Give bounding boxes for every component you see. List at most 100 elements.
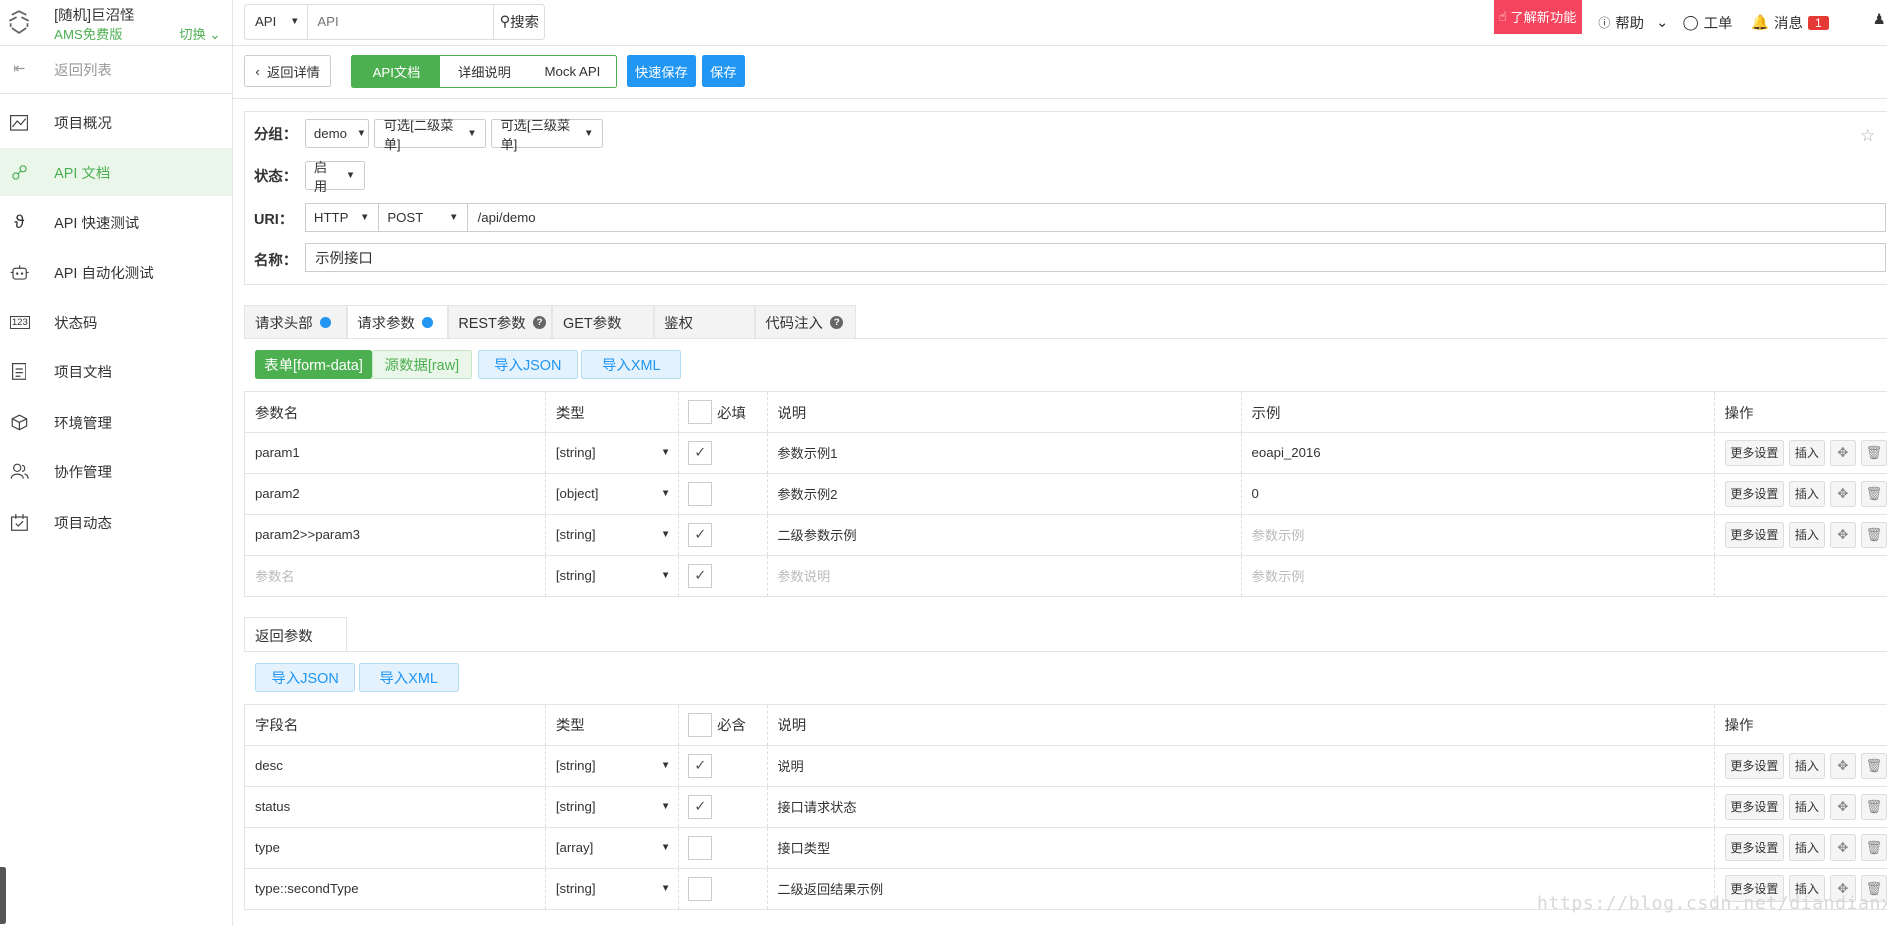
move-icon[interactable]: ✥ bbox=[1829, 480, 1856, 508]
tab-get-params[interactable]: GET参数 bbox=[552, 304, 654, 340]
required-checkbox[interactable]: ✓ bbox=[688, 753, 713, 778]
sidebar-item-env[interactable]: 环境管理 bbox=[0, 398, 232, 446]
type-select[interactable]: [string] ▼ bbox=[546, 433, 679, 473]
type-select[interactable]: [string] ▼ bbox=[546, 746, 679, 786]
tab-mock-api[interactable]: Mock API bbox=[528, 56, 616, 86]
type-select[interactable]: [string] ▼ bbox=[546, 514, 679, 555]
new-feature-button[interactable]: ☝ 了解新功能 bbox=[1493, 0, 1582, 34]
param-name-input[interactable]: param2 bbox=[245, 474, 547, 514]
insert-button[interactable]: 插入 bbox=[1789, 793, 1825, 821]
required-checkbox[interactable] bbox=[688, 835, 713, 860]
sidebar-item-quick-test[interactable]: ϑ API 快速测试 bbox=[0, 199, 232, 247]
field-desc-input[interactable]: 接口请求状态 bbox=[768, 786, 1715, 827]
tab-response-params[interactable]: 返回参数 bbox=[244, 617, 347, 653]
quick-save-button[interactable]: 快速保存 bbox=[627, 55, 696, 87]
required-checkbox[interactable]: ✓ bbox=[688, 563, 713, 588]
trash-icon[interactable]: 🗑 bbox=[1860, 752, 1887, 780]
uri-input[interactable]: /api/demo bbox=[468, 204, 536, 231]
sidebar-item-collab[interactable]: 协作管理 bbox=[0, 448, 232, 496]
tab-request-params[interactable]: 请求参数 bbox=[346, 304, 448, 340]
response-import-xml-button[interactable]: 导入XML bbox=[358, 663, 459, 693]
param-example-input[interactable]: 0 bbox=[1242, 474, 1715, 514]
required-checkbox[interactable]: ✓ bbox=[688, 522, 713, 547]
param-example-input[interactable]: eoapi_2016 bbox=[1242, 433, 1715, 473]
trash-icon[interactable]: 🗑 bbox=[1860, 439, 1887, 467]
search-button[interactable]: ⚲ 搜索 bbox=[493, 4, 544, 39]
import-json-button[interactable]: 导入JSON bbox=[477, 350, 578, 380]
method-select[interactable]: POST ▼ bbox=[379, 204, 468, 232]
param-desc-input[interactable]: 参数示例2 bbox=[768, 474, 1242, 514]
move-icon[interactable]: ✥ bbox=[1829, 834, 1856, 861]
tab-auth[interactable]: 鉴权 bbox=[653, 304, 755, 340]
move-icon[interactable]: ✥ bbox=[1829, 439, 1856, 467]
help-menu[interactable]: ⓘ 帮助 ⌄ bbox=[1598, 12, 1668, 33]
search-scope-select[interactable]: API ▼ bbox=[245, 4, 308, 39]
insert-button[interactable]: 插入 bbox=[1789, 480, 1825, 508]
trash-icon[interactable]: 🗑 bbox=[1860, 793, 1887, 821]
sidebar-item-overview[interactable]: 项目概况 bbox=[0, 99, 232, 147]
field-desc-input[interactable]: 接口类型 bbox=[768, 827, 1715, 868]
more-settings-button[interactable]: 更多设置 bbox=[1724, 793, 1785, 821]
response-import-json-button[interactable]: 导入JSON bbox=[255, 663, 356, 693]
group-select-2[interactable]: 可选[二级菜单] ▼ bbox=[374, 118, 487, 152]
name-input[interactable]: 示例接口 bbox=[304, 243, 1887, 272]
required-checkbox[interactable] bbox=[688, 481, 713, 506]
sidebar-item-activity[interactable]: 项目动态 bbox=[0, 498, 232, 546]
field-name-input[interactable]: desc bbox=[245, 746, 547, 786]
field-name-input[interactable]: type::secondType bbox=[245, 868, 547, 909]
param-desc-input[interactable]: 参数示例1 bbox=[768, 433, 1242, 473]
param-desc-input[interactable]: 二级参数示例 bbox=[768, 514, 1242, 555]
trash-icon[interactable]: 🗑 bbox=[1860, 521, 1887, 549]
param-name-input[interactable]: 参数名 bbox=[245, 555, 547, 596]
field-name-input[interactable]: type bbox=[245, 827, 547, 868]
move-icon[interactable]: ✥ bbox=[1829, 752, 1856, 780]
type-select[interactable]: [string] ▼ bbox=[546, 868, 679, 909]
user-icon[interactable]: ♟ bbox=[1873, 12, 1886, 28]
save-button[interactable]: 保存 bbox=[701, 55, 746, 87]
search-input[interactable] bbox=[307, 4, 494, 39]
field-desc-input[interactable]: 说明 bbox=[768, 746, 1715, 786]
sidebar-item-api-doc[interactable]: API 文档 bbox=[0, 148, 233, 197]
group-select-3[interactable]: 可选[三级菜单] ▼ bbox=[491, 118, 603, 152]
move-icon[interactable]: ✥ bbox=[1829, 521, 1856, 549]
messages-link[interactable]: 🔔 消息 1 bbox=[1751, 12, 1829, 33]
select-all-required-checkbox[interactable] bbox=[688, 712, 713, 737]
group-select-1[interactable]: demo ▼ bbox=[304, 119, 370, 149]
tab-request-headers[interactable]: 请求头部 bbox=[244, 304, 347, 340]
trash-icon[interactable]: 🗑 bbox=[1860, 834, 1887, 861]
tab-rest-params[interactable]: REST参数? bbox=[447, 304, 553, 340]
insert-button[interactable]: 插入 bbox=[1789, 439, 1825, 467]
more-settings-button[interactable]: 更多设置 bbox=[1724, 752, 1785, 780]
type-select[interactable]: [string] ▼ bbox=[546, 786, 679, 827]
switch-project-button[interactable]: 切换 ⌄ bbox=[179, 24, 220, 43]
trash-icon[interactable]: 🗑 bbox=[1860, 480, 1887, 508]
insert-button[interactable]: 插入 bbox=[1789, 521, 1825, 549]
param-example-input[interactable]: 参数示例 bbox=[1242, 514, 1715, 555]
insert-button[interactable]: 插入 bbox=[1789, 752, 1825, 780]
more-settings-button[interactable]: 更多设置 bbox=[1724, 439, 1785, 467]
protocol-select[interactable]: HTTP ▼ bbox=[306, 204, 379, 232]
sidebar-item-status-code[interactable]: 123 状态码 bbox=[0, 298, 232, 346]
raw-data-button[interactable]: 源数据[raw] bbox=[371, 350, 472, 380]
status-select[interactable]: 启用 ▼ bbox=[304, 160, 365, 194]
more-settings-button[interactable]: 更多设置 bbox=[1724, 480, 1785, 508]
form-data-button[interactable]: 表单[form-data] bbox=[255, 350, 372, 380]
back-to-detail-button[interactable]: ‹ 返回详情 bbox=[244, 55, 331, 87]
sidebar-back-to-list[interactable]: ⇤ 返回列表 bbox=[0, 46, 233, 94]
insert-button[interactable]: 插入 bbox=[1789, 834, 1825, 861]
field-name-input[interactable]: status bbox=[245, 786, 547, 827]
type-select[interactable]: [object] ▼ bbox=[546, 474, 679, 514]
import-xml-button[interactable]: 导入XML bbox=[581, 350, 682, 380]
more-settings-button[interactable]: 更多设置 bbox=[1724, 521, 1785, 549]
star-icon[interactable]: ☆ bbox=[1860, 125, 1875, 146]
sidebar-collapse-handle[interactable] bbox=[0, 866, 7, 925]
param-example-input[interactable]: 参数示例 bbox=[1242, 555, 1715, 596]
tab-code-inject[interactable]: 代码注入? bbox=[754, 304, 856, 340]
tab-api-doc[interactable]: API文档 bbox=[352, 56, 441, 87]
param-name-input[interactable]: param1 bbox=[245, 433, 547, 473]
sidebar-item-project-doc[interactable]: 项目文档 bbox=[0, 348, 232, 396]
param-desc-input[interactable]: 参数说明 bbox=[768, 555, 1242, 596]
type-select[interactable]: [string] ▼ bbox=[546, 555, 679, 596]
sidebar-item-auto-test[interactable]: API 自动化测试 bbox=[0, 248, 232, 296]
more-settings-button[interactable]: 更多设置 bbox=[1724, 834, 1785, 861]
